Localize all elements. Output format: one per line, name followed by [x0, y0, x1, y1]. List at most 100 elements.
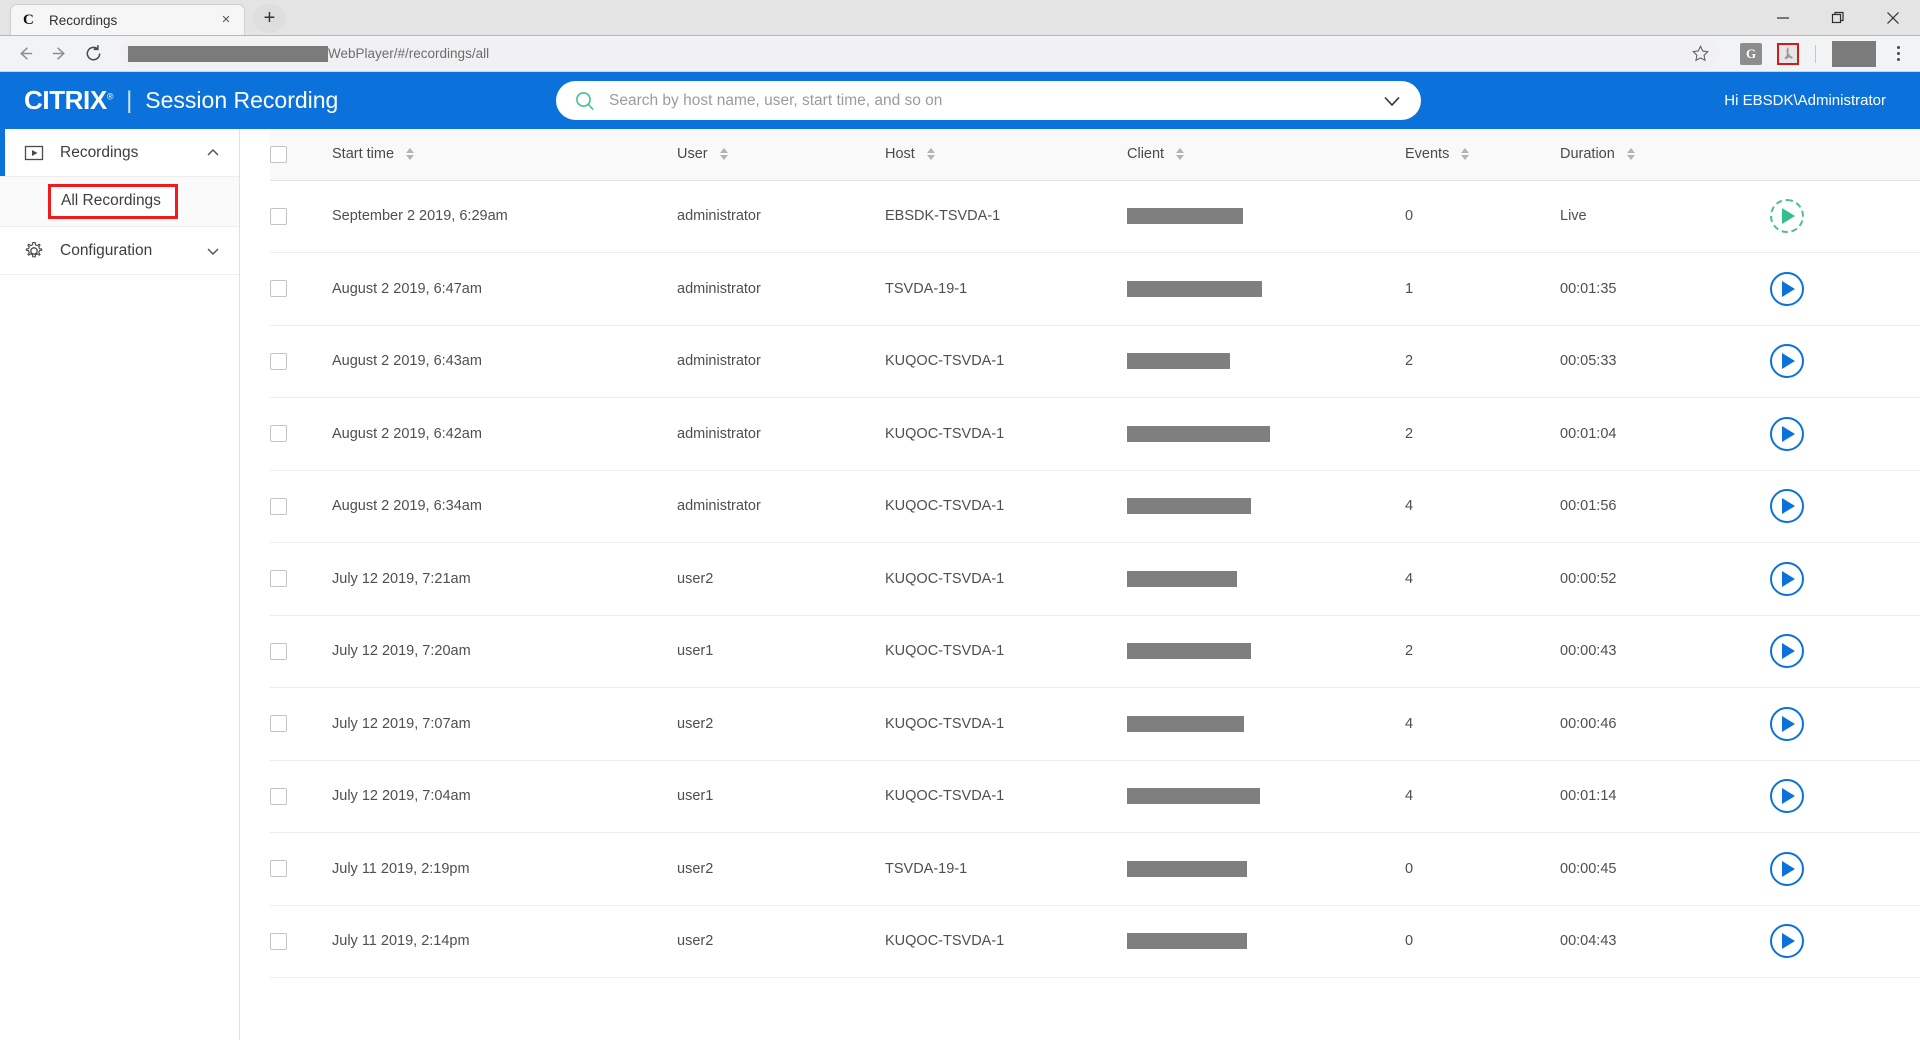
play-button[interactable]: [1770, 416, 1804, 451]
bookmark-star-icon[interactable]: [1687, 45, 1713, 62]
brand[interactable]: CITRIX® | Session Recording: [0, 85, 338, 116]
row-select-cell: [270, 180, 332, 253]
search-icon: [574, 90, 596, 112]
play-button[interactable]: [1770, 199, 1804, 234]
play-button[interactable]: [1770, 561, 1804, 596]
row-checkbox[interactable]: [270, 932, 287, 950]
play-button[interactable]: [1770, 851, 1804, 886]
table-row[interactable]: July 12 2019, 7:20am user1 KUQOC-TSVDA-1 2 0…: [270, 615, 1920, 688]
row-checkbox[interactable]: [270, 570, 287, 588]
cell-host: TSVDA-19-1: [885, 832, 1127, 906]
play-button[interactable]: [1770, 344, 1804, 379]
row-checkbox[interactable]: [270, 715, 287, 733]
recordings-panel: Start time User Host Client Events Durat…: [240, 129, 1920, 1040]
table-row[interactable]: July 12 2019, 7:04am user1 KUQOC-TSVDA-1 4 0…: [270, 760, 1920, 833]
row-checkbox[interactable]: [270, 425, 287, 443]
cell-client: [1127, 252, 1405, 326]
cell-start-time: July 11 2019, 2:14pm: [332, 905, 677, 978]
sidebar-item-all-recordings[interactable]: All Recordings: [0, 177, 239, 227]
url-bar[interactable]: WebPlayer/#/recordings/all: [120, 39, 1719, 68]
play-button[interactable]: [1770, 271, 1804, 306]
cell-duration[interactable]: Live: [1560, 180, 1770, 253]
browser-menu-icon[interactable]: [1886, 46, 1910, 61]
cell-duration[interactable]: 00:05:33: [1560, 325, 1770, 398]
minimize-icon[interactable]: [1755, 0, 1810, 35]
search-bar[interactable]: [556, 81, 1421, 120]
row-checkbox[interactable]: [270, 787, 287, 805]
play-button[interactable]: [1770, 779, 1804, 814]
table-row[interactable]: July 11 2019, 2:19pm user2 TSVDA-19-1 0 00:0…: [270, 832, 1920, 906]
cell-user: user2: [677, 905, 885, 978]
row-select-cell: [270, 397, 332, 471]
sidebar-item-configuration[interactable]: Configuration: [0, 227, 239, 275]
table-row[interactable]: August 2 2019, 6:34am administrator KUQOC-…: [270, 470, 1920, 543]
search-input[interactable]: [609, 91, 1379, 110]
client-redacted-block: [1127, 570, 1237, 587]
column-header-duration[interactable]: Duration: [1560, 129, 1770, 181]
table-row[interactable]: July 12 2019, 7:21am user2 KUQOC-TSVDA-1 4 0…: [270, 542, 1920, 616]
user-greeting[interactable]: Hi EBSDK\Administrator: [1724, 92, 1886, 109]
table-row[interactable]: August 2 2019, 6:42am administrator KUQOC-…: [270, 397, 1920, 471]
tab-strip: C Recordings × +: [0, 4, 286, 35]
table-row[interactable]: July 12 2019, 7:07am user2 KUQOC-TSVDA-1 4 0…: [270, 687, 1920, 761]
close-icon[interactable]: [1865, 0, 1920, 35]
cell-duration[interactable]: 00:04:43: [1560, 905, 1770, 978]
cell-duration[interactable]: 00:01:56: [1560, 470, 1770, 543]
cell-client: [1127, 542, 1405, 616]
reload-icon[interactable]: [78, 39, 108, 69]
play-button[interactable]: [1770, 489, 1804, 524]
chevron-down-icon[interactable]: [1379, 88, 1405, 114]
tab-close-icon[interactable]: ×: [216, 10, 236, 30]
cell-duration[interactable]: 00:00:45: [1560, 832, 1770, 906]
client-redacted-block: [1127, 208, 1243, 225]
profile-avatar[interactable]: [1832, 40, 1876, 67]
column-header-user[interactable]: User: [677, 129, 885, 181]
google-extension-icon[interactable]: G: [1740, 42, 1762, 65]
play-button[interactable]: [1770, 634, 1804, 669]
play-button[interactable]: [1770, 924, 1804, 959]
row-checkbox[interactable]: [270, 207, 287, 225]
row-checkbox[interactable]: [270, 497, 287, 515]
cell-duration[interactable]: 00:00:52: [1560, 542, 1770, 616]
browser-tab-recordings[interactable]: C Recordings ×: [10, 4, 245, 35]
chevron-down-icon[interactable]: [205, 244, 221, 258]
sort-icon[interactable]: [926, 148, 935, 161]
maximize-icon[interactable]: [1810, 0, 1865, 35]
new-tab-button[interactable]: +: [253, 4, 286, 33]
sort-icon[interactable]: [406, 148, 415, 161]
column-label: Host: [885, 146, 915, 163]
play-button[interactable]: [1770, 706, 1804, 741]
forward-icon[interactable]: [44, 39, 74, 69]
sidebar-item-label: Recordings: [60, 143, 139, 161]
chevron-up-icon[interactable]: [205, 146, 221, 160]
sort-icon[interactable]: [1461, 148, 1470, 161]
row-checkbox[interactable]: [270, 642, 287, 660]
row-checkbox[interactable]: [270, 352, 287, 370]
sort-icon[interactable]: [1176, 148, 1185, 161]
column-header-client[interactable]: Client: [1127, 129, 1405, 181]
cell-duration[interactable]: 00:01:04: [1560, 397, 1770, 471]
client-redacted-block: [1127, 715, 1244, 732]
back-icon[interactable]: [10, 39, 40, 69]
cell-duration[interactable]: 00:00:46: [1560, 687, 1770, 761]
table-row[interactable]: July 11 2019, 2:14pm user2 KUQOC-TSVDA-1 0 0…: [270, 905, 1920, 978]
citrix-favicon-icon: C: [23, 11, 34, 28]
column-header-events[interactable]: Events: [1405, 129, 1560, 181]
column-header-host[interactable]: Host: [885, 129, 1127, 181]
table-row[interactable]: August 2 2019, 6:43am administrator KUQOC-…: [270, 325, 1920, 398]
row-checkbox[interactable]: [270, 280, 287, 298]
sort-icon[interactable]: [1626, 148, 1635, 161]
select-all-checkbox[interactable]: [270, 145, 287, 163]
cell-duration[interactable]: 00:01:14: [1560, 760, 1770, 833]
sort-icon[interactable]: [719, 148, 728, 161]
row-checkbox[interactable]: [270, 860, 287, 878]
table-row[interactable]: September 2 2019, 6:29am administrator EBS…: [270, 180, 1920, 253]
client-redacted-block: [1127, 860, 1247, 877]
adobe-pdf-extension-icon[interactable]: [1777, 42, 1799, 65]
cell-duration[interactable]: 00:00:43: [1560, 615, 1770, 688]
sidebar-item-recordings[interactable]: Recordings: [0, 129, 239, 177]
table-row[interactable]: August 2 2019, 6:47am administrator TSVDA-…: [270, 252, 1920, 326]
cell-play: [1770, 397, 1920, 471]
cell-duration[interactable]: 00:01:35: [1560, 252, 1770, 326]
column-header-start-time[interactable]: Start time: [332, 129, 677, 181]
